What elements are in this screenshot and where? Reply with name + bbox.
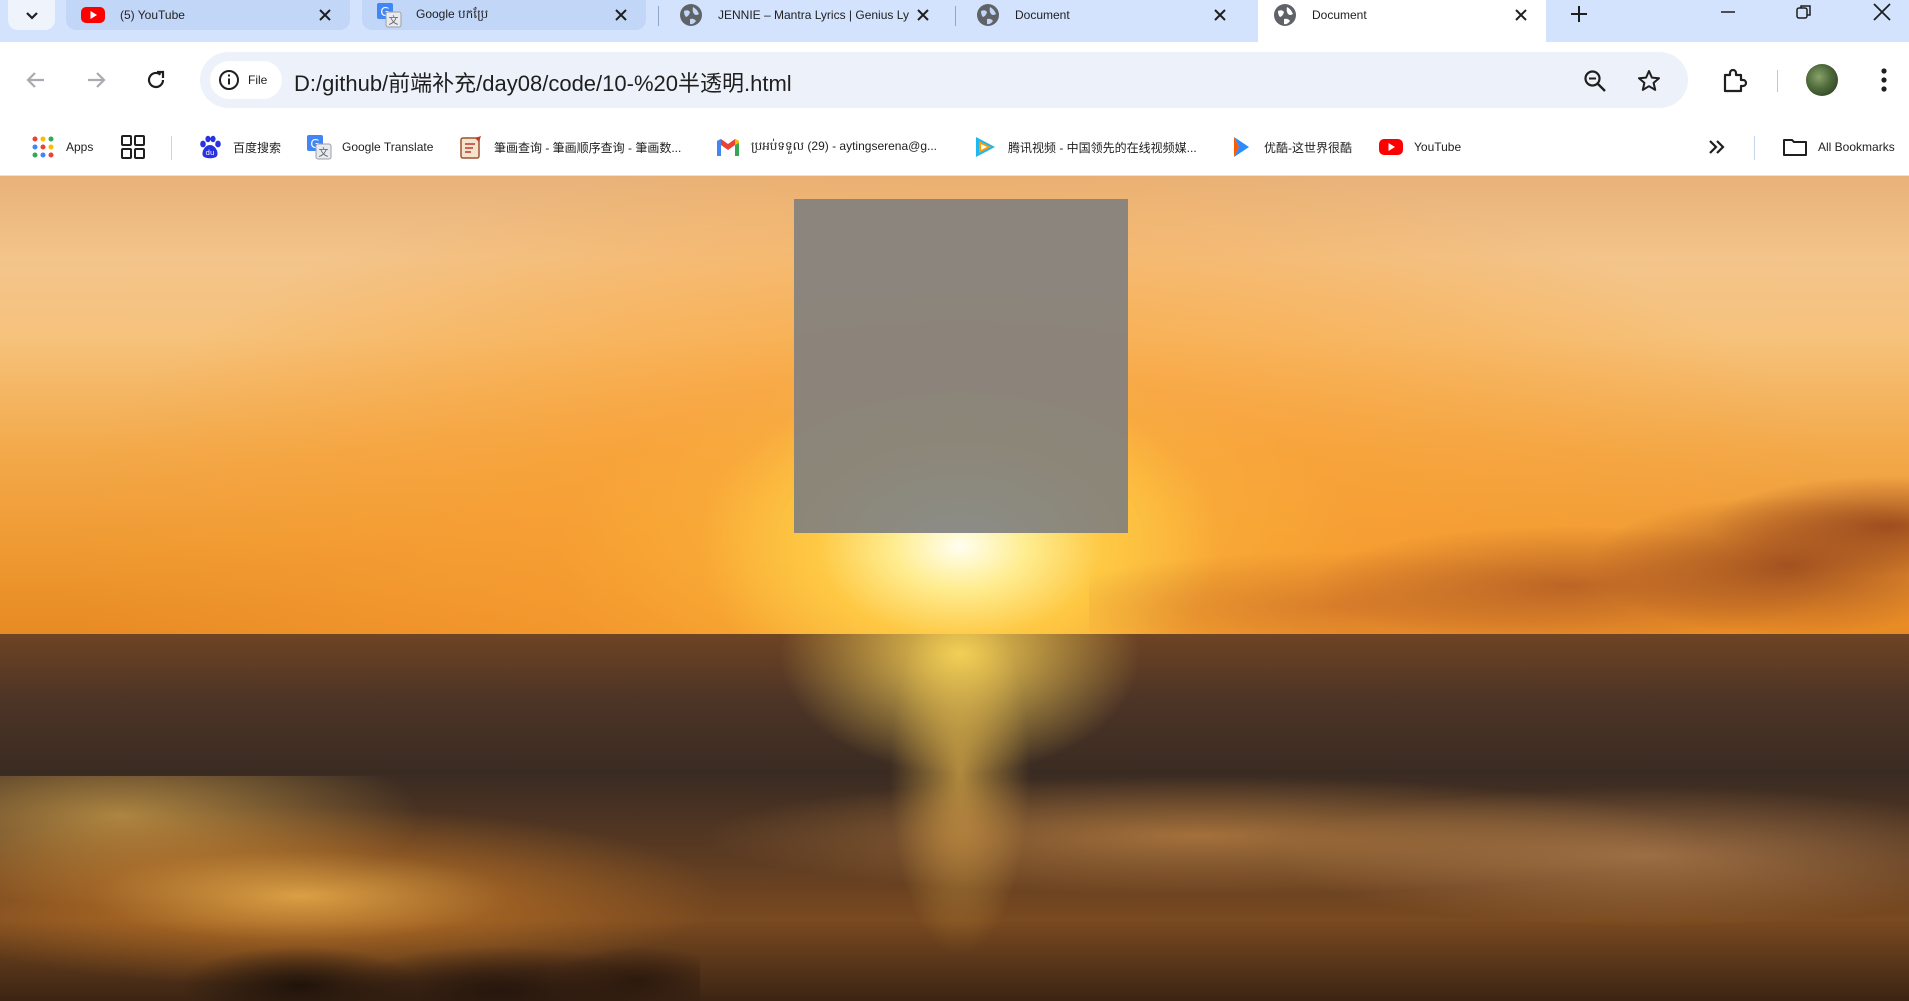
bookmark-label: Google Translate xyxy=(342,140,434,154)
svg-text:du: du xyxy=(206,149,215,157)
site-info-chip[interactable]: File xyxy=(210,61,282,99)
bookmark-label: 腾讯视频 - 中国领先的在线视频媒... xyxy=(1008,140,1197,155)
bookmark-separator xyxy=(1754,136,1755,160)
bookmark-google-translate[interactable]: G文 Google Translate xyxy=(306,130,433,164)
back-button[interactable] xyxy=(18,62,54,98)
profile-avatar[interactable] xyxy=(1806,64,1838,96)
all-bookmarks-button[interactable]: All Bookmarks xyxy=(1782,130,1895,164)
restore-icon xyxy=(1796,5,1811,19)
close-icon[interactable] xyxy=(610,4,632,26)
address-bar[interactable]: File D:/github/前端补充/day08/code/10-%20半透明… xyxy=(200,52,1688,108)
bookmark-label: Apps xyxy=(66,140,94,154)
tab-separator xyxy=(955,6,956,26)
bookmark-star-button[interactable] xyxy=(1634,66,1664,96)
svg-text:文: 文 xyxy=(319,146,329,159)
bookmark-label: All Bookmarks xyxy=(1818,140,1895,154)
folder-icon xyxy=(1783,139,1807,156)
tab-genius[interactable]: JENNIE – Mantra Lyrics | Genius Ly xyxy=(664,0,948,30)
zoom-button[interactable] xyxy=(1580,66,1610,96)
page-viewport xyxy=(0,176,1909,1001)
tab-youtube[interactable]: (5) YouTube xyxy=(66,0,350,30)
tab-document[interactable]: Document xyxy=(961,0,1245,30)
tencent-video-icon xyxy=(976,137,995,157)
tab-document-active[interactable]: Document xyxy=(1258,0,1546,42)
minimize-icon xyxy=(1721,11,1735,13)
tab-title: JENNIE – Mantra Lyrics | Genius Ly xyxy=(718,8,909,22)
extensions-button[interactable] xyxy=(1716,62,1752,98)
bookmark-gmail[interactable]: ប្រអប់ទទួល (29) - aytingserena@g... xyxy=(715,130,937,164)
tab-groups-button[interactable] xyxy=(120,130,146,164)
apps-grid-icon xyxy=(32,136,54,158)
bookmark-separator xyxy=(171,136,172,160)
browser-toolbar: File D:/github/前端补充/day08/code/10-%20半透明… xyxy=(0,42,1909,118)
semi-transparent-box xyxy=(794,199,1128,533)
close-icon[interactable] xyxy=(1510,4,1532,26)
tab-groups-icon xyxy=(121,135,145,159)
bookmark-label: YouTube xyxy=(1414,140,1462,154)
close-icon[interactable] xyxy=(314,4,336,26)
tab-strip: (5) YouTube G文 Google បកប្រែ JENNIE – Ma… xyxy=(0,0,1909,42)
youtube-icon xyxy=(1379,139,1403,155)
background-clouds xyxy=(1089,436,1909,636)
bookmarks-overflow-button[interactable] xyxy=(1704,130,1730,164)
baidu-icon: du xyxy=(200,135,221,159)
stroke-order-icon xyxy=(460,136,481,159)
bookmark-label: ប្រអប់ទទួល (29) - aytingserena@g... xyxy=(751,139,937,153)
double-chevron-right-icon xyxy=(1709,140,1725,154)
globe-icon xyxy=(1274,4,1296,26)
restore-button[interactable] xyxy=(1784,0,1824,24)
bookmark-tencent-video[interactable]: 腾讯视频 - 中国领先的在线视频媒... xyxy=(972,130,1197,164)
arrow-left-icon xyxy=(26,72,44,88)
url-text[interactable]: D:/github/前端补充/day08/code/10-%20半透明.html xyxy=(294,66,792,98)
tab-title: (5) YouTube xyxy=(120,8,185,22)
tab-search-button[interactable] xyxy=(8,0,55,30)
bookmark-youku[interactable]: 优酷-这世界很酷 xyxy=(1228,130,1352,164)
tab-google-translate[interactable]: G文 Google បកប្រែ xyxy=(362,0,646,30)
arrow-right-icon xyxy=(88,72,106,88)
toolbar-divider xyxy=(1777,70,1778,92)
chevron-down-icon xyxy=(25,12,38,20)
globe-icon xyxy=(680,4,702,26)
reload-button[interactable] xyxy=(138,62,174,98)
bookmark-label: 筆画查询 - 筆画顺序查询 - 筆画数... xyxy=(494,140,682,155)
close-icon xyxy=(1873,3,1891,21)
youku-icon xyxy=(1234,137,1249,157)
bookmark-apps[interactable]: Apps xyxy=(30,130,93,164)
menu-button[interactable] xyxy=(1866,62,1902,98)
close-icon[interactable] xyxy=(912,4,934,26)
site-chip-label: File xyxy=(248,73,268,87)
forward-button[interactable] xyxy=(78,62,114,98)
globe-icon xyxy=(977,4,999,26)
google-translate-icon: G文 xyxy=(307,135,332,160)
bookmark-label: 百度搜索 xyxy=(233,140,282,155)
close-icon[interactable] xyxy=(1209,4,1231,26)
youtube-icon xyxy=(81,7,105,23)
bookmarks-bar: Apps du 百度搜索 G文 Google Translate 筆画查询 - … xyxy=(0,118,1909,176)
reload-icon xyxy=(147,70,165,89)
plus-icon xyxy=(1571,6,1587,22)
star-icon xyxy=(1638,70,1660,91)
close-window-button[interactable] xyxy=(1862,0,1902,24)
bookmark-label: 优酷-这世界很酷 xyxy=(1264,140,1352,155)
tab-title: Document xyxy=(1015,8,1070,22)
bookmark-stroke-order[interactable]: 筆画查询 - 筆画顺序查询 - 筆画数... xyxy=(458,130,681,164)
zoom-out-icon xyxy=(1584,70,1606,92)
background-rocks xyxy=(180,936,700,1001)
gmail-icon xyxy=(717,139,739,156)
bookmark-youtube[interactable]: YouTube xyxy=(1378,130,1461,164)
new-tab-button[interactable] xyxy=(1564,0,1594,28)
info-icon xyxy=(219,70,239,90)
tab-title: Document xyxy=(1312,8,1367,22)
svg-text:文: 文 xyxy=(389,14,399,27)
tab-separator xyxy=(658,6,659,26)
minimize-button[interactable] xyxy=(1708,0,1748,24)
google-translate-icon: G文 xyxy=(377,3,402,28)
more-vert-icon xyxy=(1881,68,1887,92)
bookmark-baidu[interactable]: du 百度搜索 xyxy=(197,130,281,164)
tab-title: Google បកប្រែ xyxy=(416,7,489,21)
puzzle-icon xyxy=(1723,68,1748,93)
